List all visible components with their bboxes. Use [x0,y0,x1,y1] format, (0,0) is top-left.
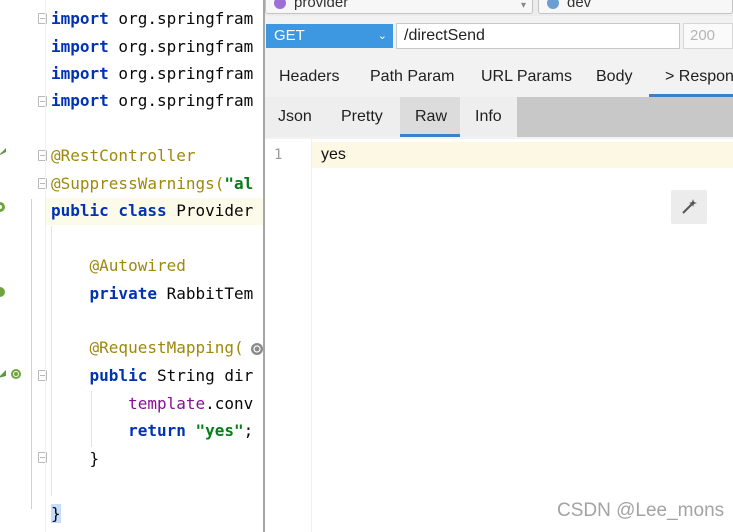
tab-url-params[interactable]: URL Params [481,58,572,96]
code-token: @SuppressWarnings( [51,174,225,193]
status-code-field[interactable]: 200 [683,23,733,49]
code-token: org.springfram [108,37,254,56]
code-line[interactable]: private RabbitTem [51,280,254,307]
env-label: dev [567,0,592,11]
code-token: @Autowired [51,256,186,275]
code-line[interactable]: import org.springfram [51,5,253,32]
url-value: /directSend [404,27,485,44]
env-selector[interactable]: dev [538,0,733,14]
code-token: ; [243,421,254,440]
code-line[interactable]: import org.springfram [51,87,253,114]
method-select[interactable]: GET ⌄ [266,24,393,48]
watermark: CSDN @Lee_mons [557,500,725,521]
chevron-down-icon: ▾ [520,0,526,11]
code-token: .conv [205,394,254,413]
code-editor[interactable]: import org.springfram import org.springfr… [0,0,263,532]
env-icon [547,0,559,9]
response-text[interactable]: yes [321,142,346,168]
code-line[interactable]: public String dir [51,362,254,389]
service-selector[interactable]: provider ▾ [265,0,533,14]
magic-wand-icon [682,199,697,214]
code-token: public [51,366,148,385]
service-label: provider [294,0,349,11]
subtab-json[interactable]: Json [278,97,312,137]
code-line[interactable]: } [51,445,100,472]
code-token: org.springfram [108,64,254,83]
code-token: org.springfram [108,91,254,110]
status-code-value: 200 [690,27,716,44]
response-subtabs: Json Pretty Raw Info [265,97,733,137]
code-token: import [51,37,109,56]
code-line[interactable]: return "yes"; [51,417,253,444]
code-line[interactable]: template.conv [51,390,253,417]
code-token: import [51,9,109,28]
code-token: RabbitTem [156,284,254,303]
code-line[interactable]: @SuppressWarnings("al [51,170,253,197]
code-line[interactable]: @RestController [51,142,196,169]
tab-path-param[interactable]: Path Param [370,58,454,96]
line-number: 1 [274,147,283,163]
active-subtab-indicator [400,134,460,137]
code-line[interactable]: } [51,500,61,527]
url-input[interactable]: /directSend [396,23,680,49]
code-token: "al [224,174,254,193]
code-token: import [51,91,109,110]
service-icon [274,0,286,9]
code-line[interactable]: public class Provider [51,197,253,224]
code-token: import [51,64,109,83]
code-token: @RestController [51,146,196,165]
tab-headers[interactable]: Headers [279,58,339,96]
code-token: @RequestMapping( [51,338,244,357]
code-line[interactable]: @RequestMapping( [51,334,244,361]
rest-client-panel: provider ▾ dev GET ⌄ /directSend 200 Hea… [265,0,733,532]
code-token: org.springfram [108,9,254,28]
code-line[interactable]: import org.springfram [51,33,253,60]
chevron-down-icon: ⌄ [377,30,387,42]
code-token: "yes" [195,421,244,440]
request-row: GET ⌄ /directSend 200 [265,21,733,51]
toolbar: provider ▾ dev [265,0,733,16]
code-token: template [51,394,206,413]
code-token: private [51,284,157,303]
format-button[interactable] [671,190,707,224]
method-label: GET [274,27,305,44]
subtab-info[interactable]: Info [475,97,502,137]
tab-body[interactable]: Body [596,58,632,96]
globe-icon[interactable] [250,342,263,356]
subtab-pretty[interactable]: Pretty [341,97,383,137]
code-token: String dir [147,366,254,385]
code-line[interactable]: @Autowired [51,252,186,279]
code-token: } [51,504,61,523]
response-gutter [265,139,312,532]
code-token: } [51,449,100,468]
code-token: Provider [166,201,254,220]
code-area[interactable]: import org.springfram import org.springfr… [0,0,263,532]
code-token: public class [51,201,167,220]
tab-response[interactable]: > Respon [665,58,733,96]
response-body[interactable]: 1 yes [265,139,733,532]
code-token: return [51,421,196,440]
code-line[interactable]: import org.springfram [51,60,253,87]
subtab-raw[interactable]: Raw [415,97,447,137]
request-tabs: Headers Path Param URL Params Body > Res… [265,58,733,97]
